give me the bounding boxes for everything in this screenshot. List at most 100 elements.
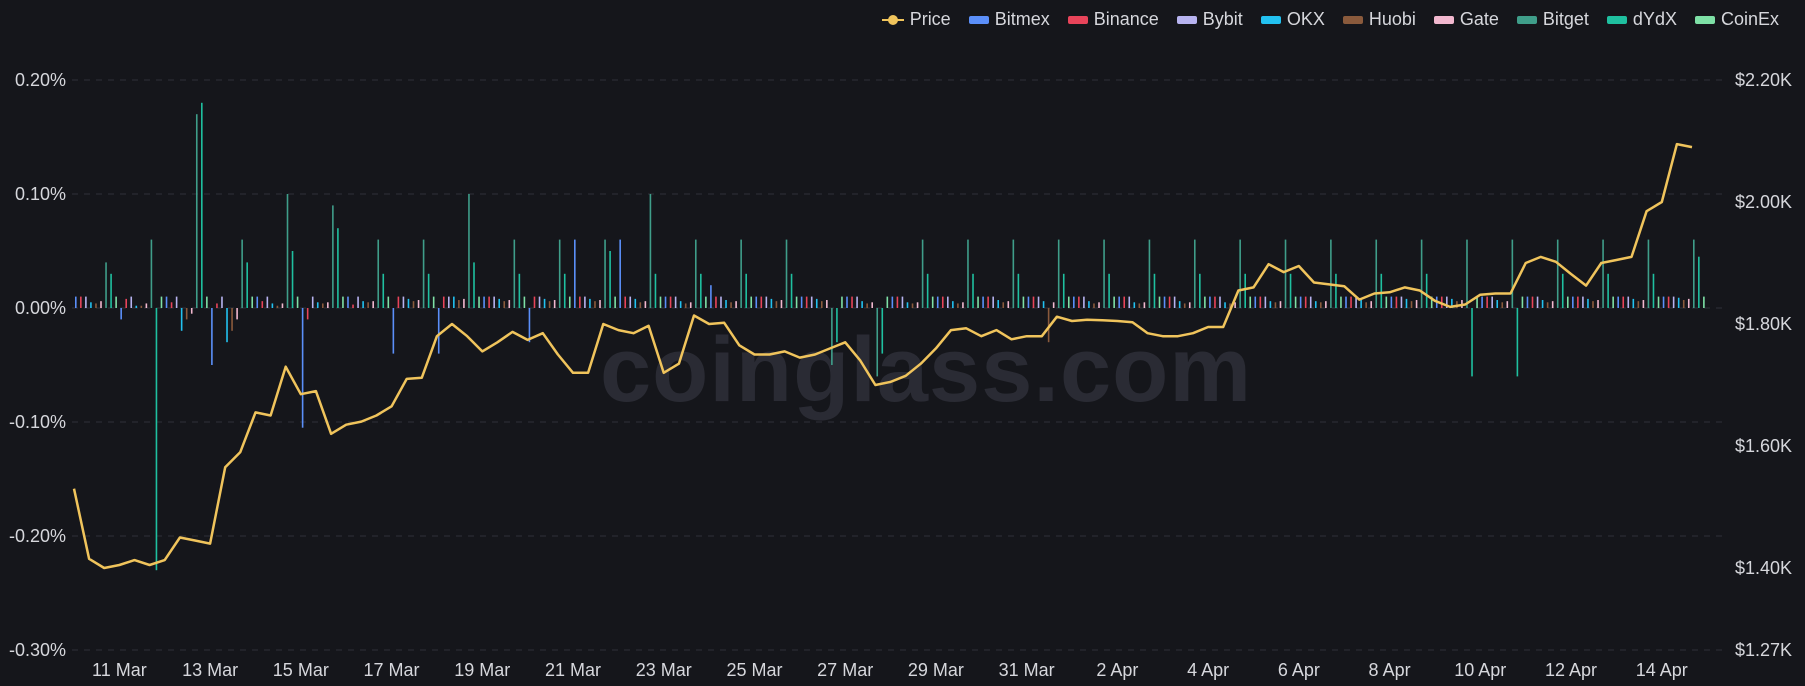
funding-bar-okx [316, 302, 319, 308]
funding-bar-okx [1677, 297, 1680, 308]
funding-bar-bitmex [120, 308, 122, 320]
funding-bar-dydx [1698, 256, 1700, 308]
funding-bar-binance [1667, 296, 1670, 308]
x-tick-label: 4 Apr [1187, 660, 1229, 680]
funding-bar-coinex [1294, 296, 1297, 308]
funding-bar-dydx [926, 273, 929, 308]
funding-bar-binance [760, 296, 763, 308]
funding-bar-bybit [1582, 296, 1584, 308]
funding-bar-bitget [967, 239, 969, 308]
funding-bar-bitmex [1617, 296, 1619, 308]
funding-bar-huobi [1274, 302, 1277, 308]
funding-bar-binance [125, 298, 128, 308]
funding-bar-bitmex [1299, 296, 1302, 308]
funding-bar-okx [725, 300, 727, 308]
funding-bar-bybit [447, 296, 450, 308]
funding-bar-coinex [750, 296, 753, 308]
funding-bar-bitmex [1662, 296, 1665, 308]
funding-bar-binance [896, 296, 899, 308]
funding-bar-bybit [130, 296, 133, 308]
funding-bar-huobi [911, 303, 914, 308]
funding-bar-bitmex [1481, 296, 1483, 308]
funding-bar-coinex [1158, 296, 1161, 308]
funding-bar-bitmex [800, 296, 803, 308]
funding-bar-bitget [105, 262, 107, 308]
y-right-tick-label: $1.27K [1735, 640, 1792, 660]
x-tick-label: 10 Apr [1454, 660, 1506, 680]
funding-bar-binance [306, 308, 309, 320]
funding-bar-bitget [1239, 239, 1241, 308]
funding-bar-binance [987, 296, 989, 308]
funding-bar-coinex [296, 296, 299, 308]
funding-bar-bitget [921, 239, 924, 308]
funding-bar-binance [851, 296, 853, 308]
funding-bar-bybit [856, 296, 858, 308]
funding-bar-bitget [1012, 239, 1015, 308]
funding-bar-gate [100, 301, 102, 308]
funding-bar-huobi [820, 301, 823, 308]
funding-bar-bybit [720, 296, 722, 308]
funding-bar-bybit [1672, 296, 1675, 308]
funding-bar-binance [80, 296, 82, 308]
funding-bar-bitmex [1073, 296, 1075, 308]
funding-bar-huobi [548, 301, 551, 308]
funding-bar-bitmex [891, 296, 894, 308]
funding-bar-bybit [1219, 296, 1221, 308]
funding-bar-dydx [1244, 273, 1246, 308]
funding-bar-binance [397, 296, 400, 308]
funding-bar-bitmex [392, 308, 395, 354]
x-tick-label: 21 Mar [545, 660, 601, 680]
funding-bar-okx [407, 298, 410, 308]
funding-bar-coinex [1022, 296, 1025, 308]
funding-bar-coinex [931, 296, 934, 308]
funding-bar-binance [533, 296, 536, 308]
funding-bar-coinex [886, 296, 889, 308]
funding-bar-dydx [1017, 273, 1020, 308]
funding-bar-gate [1325, 301, 1327, 308]
funding-bar-gate [735, 301, 737, 308]
funding-bar-gate [508, 300, 511, 308]
funding-bar-binance [1214, 296, 1216, 308]
funding-bar-huobi [1002, 302, 1005, 308]
y-right-tick-label: $1.60K [1735, 436, 1792, 456]
funding-bar-huobi [866, 303, 868, 308]
funding-bar-gate [1551, 301, 1554, 308]
funding-bar-dydx [700, 273, 702, 308]
funding-bar-bitget [1647, 239, 1650, 308]
funding-bar-bitget [740, 239, 742, 308]
funding-bar-huobi [1320, 302, 1322, 308]
funding-bar-binance [1032, 296, 1035, 308]
funding-bar-bitget [332, 205, 334, 308]
funding-bar-dydx [1062, 273, 1065, 308]
funding-bar-bybit [1536, 296, 1539, 308]
funding-bar-bitget [694, 239, 697, 308]
funding-bar-binance [941, 296, 944, 308]
funding-bar-huobi [458, 300, 460, 308]
chart-canvas: 0.20% 0.10% 0.00% -0.10% -0.20% -0.30% $2.20K $… [9, 70, 1792, 680]
funding-bar-bybit [85, 296, 87, 308]
funding-bar-bitmex [664, 296, 667, 308]
funding-bar-coinex [1067, 296, 1070, 308]
funding-bar-bitmex [483, 296, 485, 308]
funding-bar-binance [488, 296, 490, 308]
funding-bar-dydx [836, 308, 838, 343]
funding-bar-bitget [241, 239, 243, 308]
funding-bar-okx [362, 301, 364, 308]
funding-bar-bybit [266, 296, 269, 308]
x-tick-label: 6 Apr [1278, 660, 1320, 680]
y-right-tick-label: $1.80K [1735, 314, 1792, 334]
funding-bar-binance [1304, 296, 1307, 308]
funding-bar-coinex [1113, 296, 1115, 308]
funding-bar-bybit [810, 296, 813, 308]
funding-bar-huobi [140, 305, 143, 308]
funding-bar-bitmex [211, 308, 213, 365]
y-left-tick-label: -0.30% [9, 640, 66, 660]
funding-bar-bitget [1466, 239, 1468, 308]
funding-bar-gate [1188, 302, 1191, 308]
funding-bar-bybit [402, 296, 405, 308]
funding-bar-dydx [155, 308, 158, 571]
funding-bar-dydx [790, 273, 793, 308]
funding-bar-bybit [1173, 296, 1176, 308]
funding-bar-bitmex [347, 296, 349, 308]
funding-bar-bitmex [1118, 296, 1120, 308]
